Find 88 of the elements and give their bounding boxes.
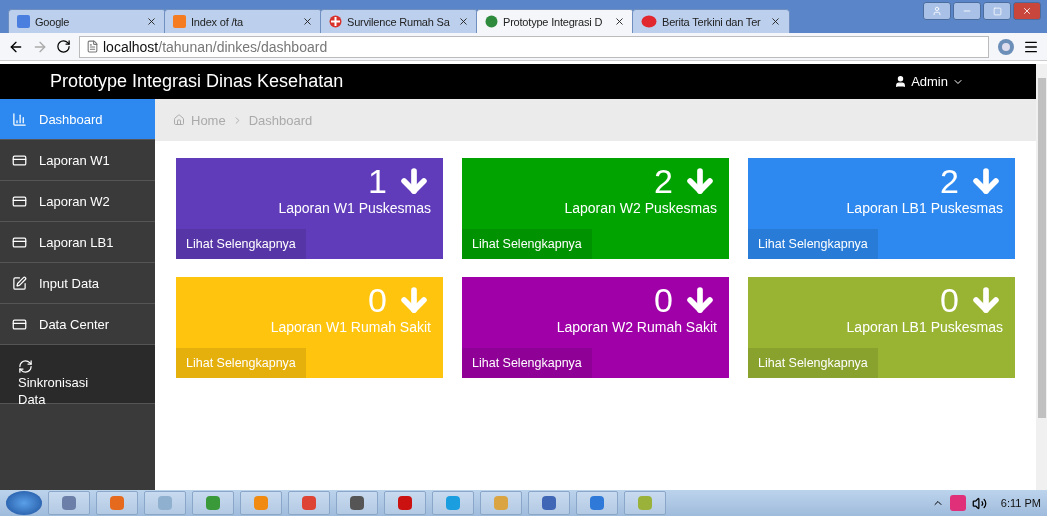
app-icon [445,495,461,511]
browser-tab[interactable]: Google [8,9,166,33]
browser-tab[interactable]: Index of /ta [164,9,322,33]
app-icon [61,495,77,511]
more-link[interactable]: Lihat Selengkapnya [462,348,592,378]
scrollbar[interactable] [1036,64,1047,490]
taskbar-app-button[interactable] [336,491,378,515]
user-icon [894,75,908,88]
maximize-icon [992,6,1002,16]
more-link[interactable]: Lihat Selengkapnya [748,229,878,259]
start-button[interactable] [6,491,42,515]
stat-count: 2 [654,162,673,200]
stat-label: Laporan LB1 Puskesmas [846,319,1003,335]
stat-label: Laporan W2 Rumah Sakit [556,319,717,335]
stat-count: 2 [940,162,959,200]
app-icon [541,495,557,511]
app-icon [637,495,653,511]
clock: 6:11 PM [1000,497,1041,509]
browser-tab[interactable]: Prototype Integrasi D [476,9,634,33]
browser-tab[interactable]: Survilence Rumah Sa [320,9,478,33]
app-icon [589,495,605,511]
cross-circle-icon [329,15,342,28]
page-icon [86,40,99,53]
close-icon[interactable] [146,16,157,27]
card-icon [12,152,27,168]
g-square-icon [17,15,30,28]
breadcrumb-item: Dashboard [248,112,313,128]
stat-count: 0 [654,281,673,319]
volume-icon[interactable] [971,495,987,511]
news-logo-icon [641,15,657,28]
stat-label: Laporan LB1 Puskesmas [846,200,1003,216]
stat-count: 1 [368,162,387,200]
close-icon [1022,6,1032,16]
stat-label: Laporan W1 Puskesmas [278,200,431,216]
user-button[interactable] [923,2,951,20]
app-title: Prototype Integrasi Dinas Kesehatan [50,71,344,92]
card-icon [12,193,27,209]
app-icon [109,495,125,511]
maximize-button[interactable] [983,2,1011,20]
close-icon[interactable] [302,16,313,27]
address-field[interactable]: localhost/tahunan/dinkes/dashboard [79,35,989,58]
app-icon [157,495,173,511]
home-icon [173,114,185,126]
taskbar-app-button[interactable] [288,491,330,515]
app-icon [397,495,413,511]
sidebar-label: Input Data [39,275,99,291]
more-link[interactable]: Lihat Selengkapnya [176,229,306,259]
globe-extension-icon[interactable] [997,37,1015,56]
sidebar-item[interactable]: Dashboard [0,99,155,140]
stat-label: Laporan W1 Rumah Sakit [270,319,431,335]
more-link[interactable]: Lihat Selengkapnya [462,229,592,259]
tray-app-icon[interactable] [949,495,966,511]
sidebar-label: Laporan LB1 [39,234,114,250]
sidebar-item[interactable]: Sinkronisasi Data [0,345,155,404]
card-icon [12,234,27,250]
user-menu[interactable]: Admin [911,74,948,89]
stat-label: Laporan W2 Puskesmas [564,200,717,216]
minimize-button[interactable] [953,2,981,20]
taskbar-app-button[interactable] [528,491,570,515]
app-icon [349,495,365,511]
edit-icon [12,275,27,291]
close-icon[interactable] [770,16,781,27]
app-icon [253,495,269,511]
bar-chart-icon [12,111,27,127]
user-icon [932,6,942,16]
sidebar-label: Dashboard [39,111,103,127]
close-button[interactable] [1013,2,1041,20]
sidebar-label: Data Center [39,316,110,332]
taskbar-app-button[interactable] [48,491,90,515]
sidebar-label: Laporan W2 [39,193,110,209]
app-icon [301,495,317,511]
taskbar-app-button[interactable] [384,491,426,515]
square-logo-icon [173,15,186,28]
app-icon [205,495,221,511]
browser-tab[interactable]: Berita Terkini dan Ter [632,9,790,33]
leaf-icon [485,15,498,28]
card-icon [12,316,27,332]
close-icon[interactable] [458,16,469,27]
sidebar-label: Laporan W1 [39,152,110,168]
stat-count: 0 [940,281,959,319]
reload-icon[interactable] [56,39,71,54]
app-icon [493,495,509,511]
close-icon[interactable] [614,16,625,27]
taskbar-app-button[interactable] [576,491,618,515]
sync-icon [18,359,33,375]
taskbar-app-button[interactable] [192,491,234,515]
stat-count: 0 [368,281,387,319]
taskbar-app-button[interactable] [96,491,138,515]
